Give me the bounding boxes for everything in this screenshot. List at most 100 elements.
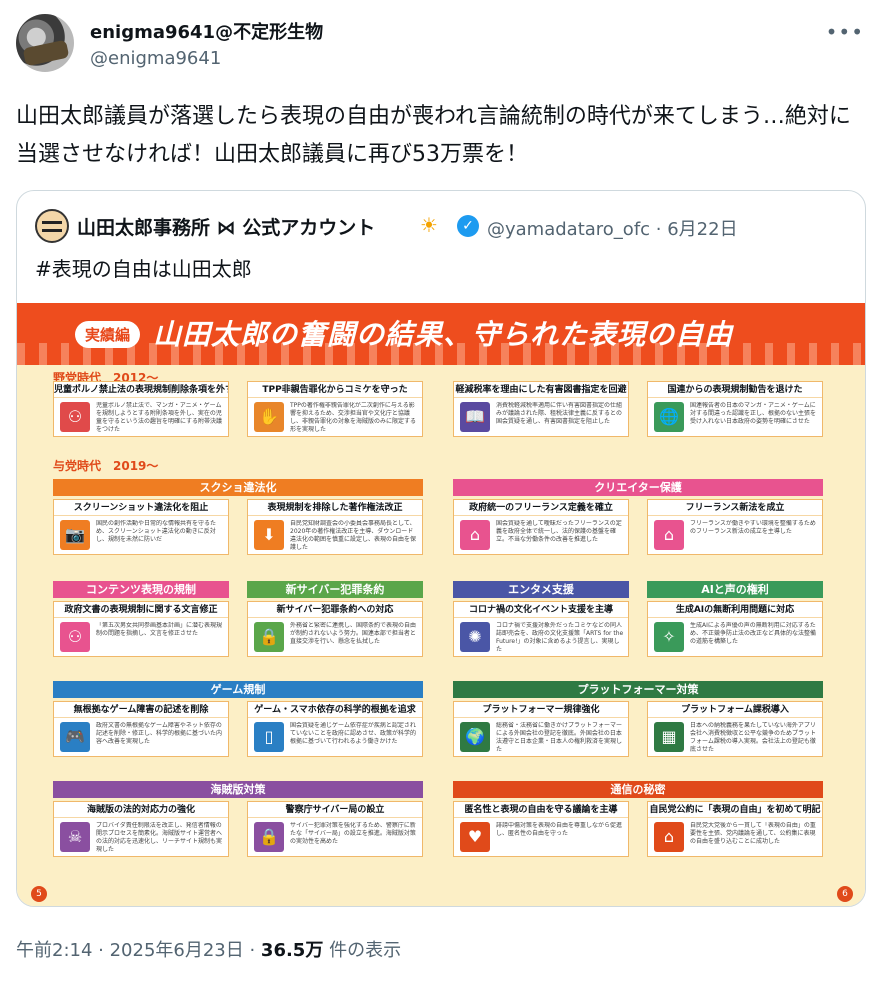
author-avatar[interactable] xyxy=(16,14,74,72)
achievement-body: 生成AIによる声優の声の無断利用に対応するため、不正競争防止法の改正など具体的な… xyxy=(690,622,817,645)
achievement-title: 匿名性と表現の自由を守る議論を主導 xyxy=(454,802,628,818)
page-number-right: 6 xyxy=(837,886,853,902)
achievement-title: フリーランス新法を成立 xyxy=(648,500,822,516)
achievement-title: 警察庁サイバー局の設立 xyxy=(248,802,422,818)
quoted-handle-date[interactable]: @yamadataro_ofc · 6月22日 xyxy=(487,215,738,241)
achievement-icon: ✧ xyxy=(654,622,684,652)
quoted-author-name[interactable]: 山田太郎事務所 ⋈ 公式アカウント xyxy=(77,213,375,240)
quoted-author-avatar[interactable] xyxy=(35,209,69,243)
achievement-item: 自民党公約に「表現の自由」を初めて明記 ⌂ 自民党大党後から一貫して「表現の自由」の… xyxy=(647,801,823,857)
achievement-icon: 🌍 xyxy=(460,722,490,752)
achievement-title: 生成AIの無断利用問題に対応 xyxy=(648,602,822,618)
achievement-body: コロナ禍で支援対象外だったコミケなどの同人誌即売会を、政府の文化支援策「ARTS… xyxy=(496,622,624,653)
achievement-item: 警察庁サイバー局の設立 🔒 サイバー犯罪対策を強化するため、警察庁に新たな「サイバー… xyxy=(247,801,423,857)
achievement-icon: ⬇ xyxy=(254,520,284,550)
achievement-body: フリーランスが働きやすい環境を整備するためのフリーランス新法の成立を主導した xyxy=(690,520,816,535)
tweet: enigma9641@不定形生物 @enigma9641 ••• 山田太郎議員が… xyxy=(0,0,888,986)
achievement-item: コロナ禍の文化イベント支援を主導 ✺ コロナ禍で支援対象外だったコミケなどの同人誌即… xyxy=(453,601,629,657)
achievement-item: 匿名性と表現の自由を守る議論を主導 ♥ 誹謗中傷対策を表現の自由を尊重しながら促進し… xyxy=(453,801,629,857)
achievement-title: プラットフォーム課税導入 xyxy=(648,702,822,718)
achievement-body: 消費税軽減税率適用に伴い有害図書指定の仕組みが議論された際、租税法律主義に反する… xyxy=(496,402,623,425)
achievement-icon: ⚇ xyxy=(60,622,90,652)
category-banner: エンタメ支援 xyxy=(453,581,629,598)
author-name[interactable]: enigma9641@不定形生物 xyxy=(90,18,323,44)
achievement-title: 児童ポルノ禁止法の表現規制削除条項を外す xyxy=(54,382,228,398)
achievement-title: 新サイバー犯罪条約への対応 xyxy=(248,602,422,618)
achievement-item: 政府文書の表現規制に関する文言修正 ⚇ 「第五次男女共同参画基本計画」に潜む表現規制… xyxy=(53,601,229,657)
tweet-timestamp-views: 午前2:14 · 2025年6月23日 · 36.5万 件の表示 xyxy=(16,936,401,962)
achievement-body: 自民党大党後から一貫して「表現の自由」の重要性を主張、党内議論を通して、公約集に… xyxy=(690,822,816,845)
achievement-icon: 📷 xyxy=(60,520,90,550)
infographic-image[interactable]: 実績編 山田太郎の奮闘の結果、守られた表現の自由 野党時代 2012～ 与党時代… xyxy=(17,303,865,906)
achievement-icon: 🎮 xyxy=(60,722,90,752)
category-banner: 通信の秘密 xyxy=(453,781,823,798)
achievement-icon: 🌐 xyxy=(654,402,684,432)
achievement-icon: ⌂ xyxy=(460,520,490,550)
category-banner: AIと声の権利 xyxy=(647,581,823,598)
achievement-body: 自民党知財調査会の小委員会事務局長として、2020年の著作権法改正を主導、ダウン… xyxy=(290,520,417,551)
sun-icon: ☀ xyxy=(420,213,438,237)
achievement-icon: ⌂ xyxy=(654,520,684,550)
achievement-body: 国連報告者の日本のマンガ・アニメ・ゲームに対する間違った認識を正し、根拠のない主… xyxy=(690,402,817,425)
achievement-body: 国会質疑を通じゲーム依存症が疾病と認定されていないことを政府に認めさせ、政策が科… xyxy=(290,722,417,745)
achievement-item: 生成AIの無断利用問題に対応 ✧ 生成AIによる声優の声の無断利用に対応するため、不… xyxy=(647,601,823,657)
achievements-badge: 実績編 xyxy=(75,321,141,348)
achievement-icon: ♥ xyxy=(460,822,490,852)
category-banner: クリエイター保護 xyxy=(453,479,823,496)
achievement-icon: ⚇ xyxy=(60,402,90,432)
author-handle[interactable]: @enigma9641 xyxy=(90,48,221,69)
achievement-body: 日本への納税義務を果たしていない海外アプリ会社へ消費税徴収と公平な競争のためプラ… xyxy=(690,722,817,753)
achievement-body: プロバイダ責任制限法を改正し、発信者情報の開示プロセスを簡素化。海賊版サイト運営… xyxy=(96,822,223,853)
achievement-body: 外務省と緊密に連携し、国際条約で表現の自由が制約されないよう努力。国連本部で担当… xyxy=(290,622,417,645)
achievement-item: 児童ポルノ禁止法の表現規制削除条項を外す ⚇ 児童ポルノ禁止法で、マンガ・アニメ・ゲ… xyxy=(53,381,229,437)
achievement-body: 国民の創作活動や日常的な情報共有を守るため、スクリーンショット違法化の動きに反対… xyxy=(96,520,217,543)
achievement-item: フリーランス新法を成立 ⌂ フリーランスが働きやすい環境を整備するためのフリーランス… xyxy=(647,499,823,555)
achievement-icon: ⌂ xyxy=(654,822,684,852)
achievement-body: TPPの著作権非親告罪化が二次創作に与える影響を抑えるため、交渉担当官や文化庁と… xyxy=(290,402,417,433)
category-banner: 海賊版対策 xyxy=(53,781,423,798)
achievement-title: 無根拠なゲーム障害の記述を削除 xyxy=(54,702,228,718)
achievement-item: TPP非親告罪化からコミケを守った ✋ TPPの著作権非親告罪化が二次創作に与える影… xyxy=(247,381,423,437)
achievement-item: プラットフォーマー規律強化 🌍 総務省・法務省に働きかけプラットフォーマーによる外国… xyxy=(453,701,629,757)
category-banner: ゲーム規制 xyxy=(53,681,423,698)
quoted-tweet-card[interactable]: 山田太郎事務所 ⋈ 公式アカウント ☀ ✓ @yamadataro_ofc · … xyxy=(16,190,866,907)
achievement-body: 政府文書の無根拠なゲーム障害やネット依存の記述を削除・修正し、科学的根拠に基づい… xyxy=(96,722,223,745)
category-banner: コンテンツ表現の規制 xyxy=(53,581,229,598)
tweet-timestamp[interactable]: 午前2:14 · 2025年6月23日 · xyxy=(16,940,261,961)
achievement-icon: ☠ xyxy=(60,822,90,852)
category-banner: プラットフォーマー対策 xyxy=(453,681,823,698)
achievement-body: 「第五次男女共同参画基本計画」に潜む表現規制の問題を指摘し、文言を修正させた xyxy=(96,622,223,637)
achievement-item: 国連からの表現規制勧告を退けた 🌐 国連報告者の日本のマンガ・アニメ・ゲームに対する… xyxy=(647,381,823,437)
achievement-title: 表現規制を排除した著作権法改正 xyxy=(248,500,422,516)
achievement-item: スクリーンショット違法化を阻止 📷 国民の創作活動や日常的な情報共有を守るため、スク… xyxy=(53,499,229,555)
achievement-icon: ▦ xyxy=(654,722,684,752)
achievement-body: 児童ポルノ禁止法で、マンガ・アニメ・ゲームを規制しようとする附則条項を外し、実在… xyxy=(96,402,223,433)
achievement-title: 軽減税率を理由にした有害図書指定を回避 xyxy=(454,382,628,398)
achievement-icon: ✺ xyxy=(460,622,490,652)
achievement-item: 新サイバー犯罪条約への対応 🔒 外務省と緊密に連携し、国際条約で表現の自由が制約され… xyxy=(247,601,423,657)
verified-badge-icon: ✓ xyxy=(457,215,479,237)
achievement-icon: 📖 xyxy=(460,402,490,432)
achievement-body: 誹謗中傷対策を表現の自由を尊重しながら促進し、匿名性の自由を守った xyxy=(496,822,623,837)
achievement-item: 政府統一のフリーランス定義を確立 ⌂ 国会質疑を通して曖昧だったフリーランスの定義を… xyxy=(453,499,629,555)
achievement-title: プラットフォーマー規律強化 xyxy=(454,702,628,718)
more-options-icon[interactable]: ••• xyxy=(826,20,864,44)
achievement-body: サイバー犯罪対策を強化するため、警察庁に新たな「サイバー局」の設立を推進。海賊版… xyxy=(290,822,416,845)
achievement-title: 自民党公約に「表現の自由」を初めて明記 xyxy=(648,802,822,818)
quoted-tweet-text[interactable]: #表現の自由は山田太郎 xyxy=(35,253,252,282)
achievement-title: コロナ禍の文化イベント支援を主導 xyxy=(454,602,628,618)
view-count-label: 件の表示 xyxy=(323,940,402,961)
tweet-text: 山田太郎議員が落選したら表現の自由が喪われ言論統制の時代が来てしまう…絶対に当選… xyxy=(16,104,851,167)
achievement-item: 海賊版の法的対応力の強化 ☠ プロバイダ責任制限法を改正し、発信者情報の開示プロセス… xyxy=(53,801,229,857)
achievement-icon: 🔒 xyxy=(254,622,284,652)
category-banner: 新サイバー犯罪条約 xyxy=(247,581,423,598)
achievement-title: TPP非親告罪化からコミケを守った xyxy=(248,382,422,398)
achievement-item: ゲーム・スマホ依存の科学的根拠を追求 ▯ 国会質疑を通じゲーム依存症が疾病と認定され… xyxy=(247,701,423,757)
achievement-item: プラットフォーム課税導入 ▦ 日本への納税義務を果たしていない海外アプリ会社へ消費税… xyxy=(647,701,823,757)
achievement-body: 総務省・法務省に働きかけプラットフォーマーによる外国会社の登記を徹底。外国会社の… xyxy=(496,722,623,753)
achievement-icon: 🔒 xyxy=(254,822,284,852)
achievement-item: 無根拠なゲーム障害の記述を削除 🎮 政府文書の無根拠なゲーム障害やネット依存の記述を… xyxy=(53,701,229,757)
achievement-icon: ▯ xyxy=(254,722,284,752)
achievement-item: 軽減税率を理由にした有害図書指定を回避 📖 消費税軽減税率適用に伴い有害図書指定の仕… xyxy=(453,381,629,437)
category-banner: スクショ違法化 xyxy=(53,479,423,496)
